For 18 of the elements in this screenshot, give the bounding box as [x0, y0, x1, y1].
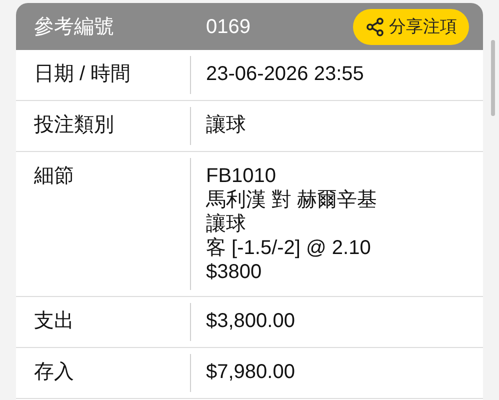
reference-label: 參考編號: [34, 14, 115, 40]
row-value: $7,980.00: [206, 360, 295, 384]
row-value: $3,800.00: [206, 309, 295, 333]
share-button[interactable]: 分享注項: [353, 8, 469, 44]
row-label: 投注類別: [34, 114, 114, 136]
row-label: 支出: [34, 310, 74, 332]
row-label: 存入: [34, 361, 74, 383]
row-value: FB1010: [206, 164, 278, 188]
row-value: 讓球: [206, 212, 247, 236]
row-value: 23-06-2026 23:55: [206, 62, 364, 86]
row-value: $3800: [206, 260, 263, 284]
row-label: 日期 / 時間: [34, 63, 131, 85]
reference-number: 0169: [206, 14, 250, 40]
row-value: 讓球: [206, 113, 246, 137]
share-icon: [365, 16, 385, 36]
row-label: 細節: [34, 165, 74, 187]
row-value: 客 [-1.5/-2] @ 2.10: [206, 236, 372, 260]
row-value: 馬利漢 對 赫爾辛基: [206, 188, 378, 212]
